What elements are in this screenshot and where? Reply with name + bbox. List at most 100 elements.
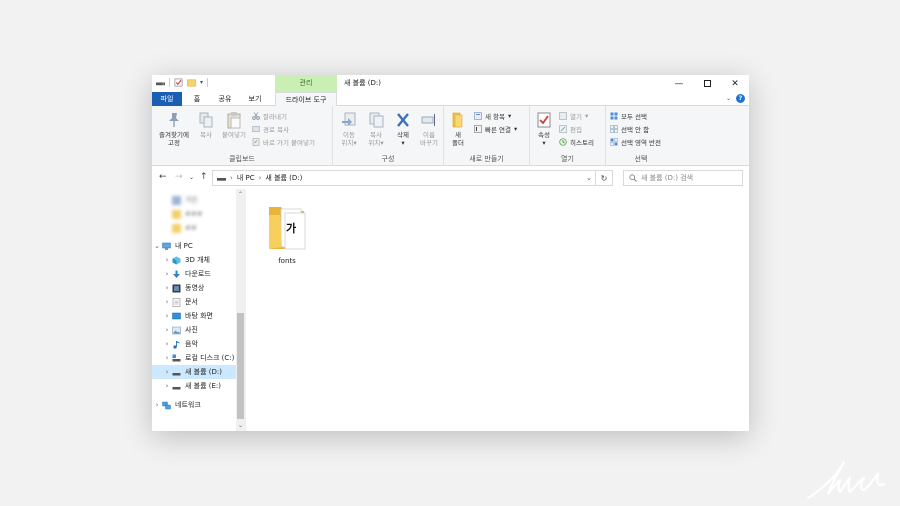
chevron-right-icon[interactable]: ›: [162, 312, 172, 320]
easy-access-button[interactable]: 빠른 연결 ▾: [474, 124, 517, 134]
paste-icon: [227, 112, 241, 129]
paste-shortcut-button[interactable]: 바로 가기 붙여넣기: [252, 137, 315, 147]
divider: [169, 78, 170, 87]
tab-drive-tools[interactable]: 드라이브 도구: [275, 92, 337, 107]
copy-button[interactable]: 복사: [195, 111, 217, 139]
window-controls: — ✕: [665, 75, 749, 92]
help-icon[interactable]: ?: [736, 94, 745, 103]
chevron-right-icon[interactable]: ›: [162, 382, 172, 390]
select-none-button[interactable]: 선택 안 함: [610, 124, 649, 134]
chevron-down-icon[interactable]: ⌄: [152, 242, 162, 250]
back-button[interactable]: ←: [159, 172, 167, 182]
recent-locations-button[interactable]: ⌄: [189, 174, 194, 181]
chevron-right-icon[interactable]: ›: [162, 270, 172, 278]
copy-path-icon: [252, 126, 260, 132]
invert-selection-button[interactable]: 선택 영역 반전: [610, 137, 661, 147]
open-button[interactable]: 열기 ▾: [559, 111, 588, 121]
tab-view[interactable]: 보기: [242, 92, 268, 106]
address-bar[interactable]: › 내 PC › 새 볼륨 (D:) ⌄: [212, 170, 596, 186]
ribbon-right-controls: ⌄ ?: [726, 94, 745, 103]
select-all-button[interactable]: 모두 선택: [610, 111, 647, 121]
chevron-right-icon[interactable]: ›: [152, 401, 162, 409]
select-group-label: 선택: [634, 155, 648, 163]
properties-icon: [537, 112, 551, 128]
tree-item-music[interactable]: › 음악: [152, 337, 198, 351]
copy-icon: [199, 112, 213, 128]
folder-item-fonts[interactable]: 가 fonts: [263, 201, 311, 265]
tree-item-quick-3[interactable]: ##: [152, 221, 197, 235]
chevron-right-icon[interactable]: ›: [162, 326, 172, 334]
move-to-button[interactable]: 이동 위치▾: [336, 111, 362, 147]
new-item-button[interactable]: 새 항목 ▾: [474, 111, 511, 121]
forward-button[interactable]: →: [175, 172, 183, 182]
tree-item-documents[interactable]: › 문서: [152, 295, 198, 309]
cut-button[interactable]: 잘라내기: [252, 111, 287, 121]
breadcrumb-my-pc[interactable]: 내 PC: [237, 173, 255, 183]
tree-item-local-disk-c[interactable]: › 로컬 디스크 (C:): [152, 351, 234, 365]
close-button[interactable]: ✕: [721, 75, 749, 92]
paste-shortcut-icon: [252, 138, 260, 146]
copy-to-button[interactable]: 복사 위치▾: [363, 111, 389, 147]
quick-access-toolbar: ▾: [156, 78, 209, 87]
scroll-down-icon[interactable]: ⌄: [236, 422, 245, 429]
search-icon: [629, 174, 637, 182]
tab-file[interactable]: 파일: [152, 92, 182, 106]
minimize-button[interactable]: —: [665, 75, 693, 92]
tree-item-new-volume-e[interactable]: › 새 볼륨 (E:): [152, 379, 221, 393]
properties-button[interactable]: 속성 ▾: [533, 111, 555, 147]
paste-button[interactable]: 붙여넣기: [218, 111, 250, 139]
qat-dropdown-icon[interactable]: ▾: [200, 79, 203, 86]
scroll-up-icon[interactable]: ⌃: [236, 191, 245, 198]
up-button[interactable]: ↑: [200, 172, 208, 182]
tree-item-downloads[interactable]: › 다운로드: [152, 267, 211, 281]
search-box[interactable]: 새 볼륨 (D:) 검색: [623, 170, 743, 186]
invert-selection-icon: [610, 138, 618, 146]
tab-share[interactable]: 공유: [212, 92, 238, 106]
tree-item-quick-1[interactable]: 가든: [152, 193, 198, 207]
organize-group-label: 구성: [381, 155, 395, 163]
copy-to-icon: [369, 112, 384, 128]
properties-icon[interactable]: [174, 78, 183, 87]
chevron-right-icon[interactable]: ›: [162, 298, 172, 306]
tree-item-network[interactable]: › 네트워크: [152, 398, 201, 412]
drive-icon: [156, 82, 165, 86]
history-button[interactable]: 히스토리: [559, 137, 594, 147]
chevron-right-icon[interactable]: ›: [162, 284, 172, 292]
nav-pane-scrollbar[interactable]: ⌃ ⌄: [236, 189, 245, 431]
tree-item-3d-objects[interactable]: › 3D 개체: [152, 253, 210, 267]
tree-item-my-pc[interactable]: ⌄ 내 PC: [152, 239, 193, 253]
video-icon: [172, 284, 181, 292]
tab-home[interactable]: 홈: [184, 92, 210, 106]
ribbon-collapse-icon[interactable]: ⌄: [726, 95, 731, 102]
arrow-up-icon: ↑: [200, 172, 208, 182]
refresh-button[interactable]: ↻: [596, 170, 613, 186]
navigation-pane: 가든 ### ## ⌄ 내 PC › 3D 개체 › 다운로드 › 동영상 › …: [152, 189, 245, 431]
ribbon-tabs: 파일 홈 공유 보기 드라이브 도구 ⌄ ?: [152, 92, 749, 107]
chevron-right-icon[interactable]: ›: [162, 368, 172, 376]
minimize-icon: —: [674, 78, 684, 89]
open-group-label: 열기: [561, 155, 574, 163]
refresh-icon: ↻: [600, 173, 608, 183]
delete-button[interactable]: 삭제 ▾: [391, 111, 415, 147]
pin-quick-access-button[interactable]: 즐겨찾기에 고정: [155, 111, 193, 147]
tree-item-desktop[interactable]: › 바탕 화면: [152, 309, 213, 323]
new-folder-icon[interactable]: [187, 78, 196, 87]
edit-button[interactable]: 편집: [559, 124, 582, 134]
scroll-thumb[interactable]: [237, 313, 244, 419]
new-item-icon: [474, 112, 482, 120]
breadcrumb-separator: ›: [258, 174, 262, 182]
tree-item-new-volume-d[interactable]: › 새 볼륨 (D:): [152, 365, 236, 379]
new-folder-button[interactable]: 새 폴더: [447, 111, 469, 147]
breadcrumb-current[interactable]: 새 볼륨 (D:): [265, 173, 302, 183]
tree-item-pictures[interactable]: › 사진: [152, 323, 198, 337]
tree-item-quick-2[interactable]: ###: [152, 207, 203, 221]
select-all-icon: [610, 112, 618, 120]
address-dropdown-icon[interactable]: ⌄: [586, 174, 592, 182]
chevron-right-icon[interactable]: ›: [162, 256, 172, 264]
maximize-button[interactable]: [693, 75, 721, 92]
copy-path-button[interactable]: 경로 복사: [252, 124, 289, 134]
chevron-right-icon[interactable]: ›: [162, 354, 172, 362]
rename-button[interactable]: 이름 바꾸기: [416, 111, 442, 147]
tree-item-videos[interactable]: › 동영상: [152, 281, 204, 295]
chevron-right-icon[interactable]: ›: [162, 340, 172, 348]
